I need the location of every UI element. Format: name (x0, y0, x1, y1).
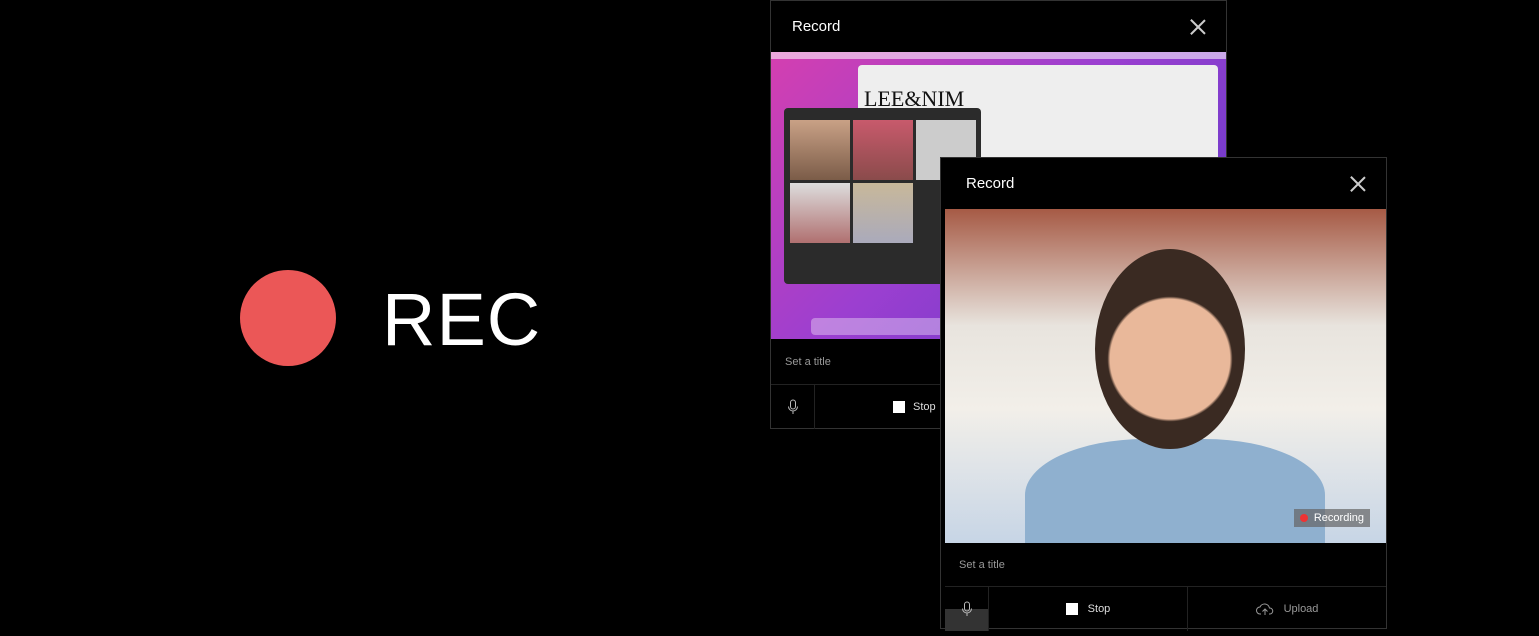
recording-badge: Recording (1293, 509, 1370, 527)
camera-preview: Recording (945, 209, 1386, 543)
title-input[interactable] (945, 543, 1386, 586)
microphone-icon (961, 601, 972, 616)
close-icon[interactable] (1350, 176, 1366, 192)
stop-icon (893, 401, 905, 413)
recording-dot-icon (1299, 514, 1308, 522)
panel-header: Record (771, 1, 1226, 52)
panel-title: Record (792, 18, 841, 35)
cloud-upload-icon (1255, 603, 1273, 615)
mic-button[interactable] (945, 587, 989, 631)
rec-label: REC (382, 278, 542, 361)
microphone-icon (787, 399, 798, 414)
panel-header: Record (945, 158, 1386, 209)
stop-label: Stop (913, 401, 936, 413)
stop-button[interactable]: Stop (989, 587, 1188, 631)
record-panel-front: Record Recording Stop Upload (940, 157, 1387, 631)
rec-dot-icon (240, 270, 336, 366)
upload-button[interactable]: Upload (1188, 587, 1386, 631)
stop-label: Stop (1087, 603, 1111, 615)
close-icon[interactable] (1190, 19, 1206, 35)
stop-icon (1065, 603, 1078, 615)
upload-label: Upload (1283, 603, 1319, 615)
panel-title: Record (966, 175, 1015, 192)
mic-button[interactable] (771, 385, 815, 429)
